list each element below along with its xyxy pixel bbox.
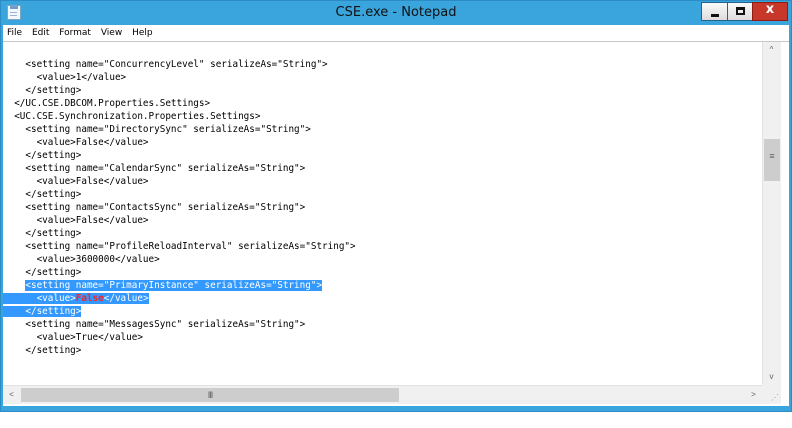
vertical-scroll-thumb[interactable]: ≡: [764, 138, 780, 181]
text-line[interactable]: <setting name="MessagesSync" serializeAs…: [3, 318, 356, 331]
text-line[interactable]: <value>False</value>: [3, 175, 356, 188]
minimize-button[interactable]: [701, 2, 728, 21]
selected-text: False: [75, 293, 104, 304]
text-line[interactable]: </setting>: [3, 227, 356, 240]
text-line[interactable]: </setting>: [3, 305, 356, 318]
text-line[interactable]: <value>False</value>: [3, 292, 356, 305]
horizontal-scroll-thumb[interactable]: III: [21, 388, 399, 402]
menu-help[interactable]: Help: [132, 25, 153, 41]
text-line[interactable]: </setting>: [3, 344, 356, 357]
text-line[interactable]: <setting name="ContactsSync" serializeAs…: [3, 201, 356, 214]
text-line[interactable]: <value>False</value>: [3, 214, 356, 227]
menu-file[interactable]: File: [7, 25, 22, 41]
close-button[interactable]: x: [752, 2, 788, 21]
text-line[interactable]: </setting>: [3, 84, 356, 97]
line-text: <value>False</value>: [3, 176, 149, 187]
editor-lines[interactable]: <setting name="ConcurrencyLevel" seriali…: [3, 58, 356, 357]
line-text: </setting>: [3, 150, 82, 161]
line-text: <setting name="DirectorySync" serializeA…: [3, 124, 311, 135]
selected-text: <value>: [3, 293, 76, 304]
text-line[interactable]: <setting name="ProfileReloadInterval" se…: [3, 240, 356, 253]
scroll-left-icon[interactable]: <: [3, 387, 20, 403]
text-line[interactable]: <setting name="DirectorySync" serializeA…: [3, 123, 356, 136]
scroll-up-icon[interactable]: ^: [763, 42, 780, 58]
line-text: </setting>: [3, 267, 82, 278]
text-editor[interactable]: <setting name="ConcurrencyLevel" seriali…: [3, 42, 762, 385]
line-text: <value>1</value>: [3, 72, 127, 83]
text-line[interactable]: </UC.CSE.DBCOM.Properties.Settings>: [3, 97, 356, 110]
scroll-right-icon[interactable]: >: [745, 387, 762, 403]
maximize-button[interactable]: [727, 2, 753, 21]
scrollbar-corner: ⋰: [762, 385, 781, 404]
scroll-down-icon[interactable]: v: [763, 369, 780, 385]
line-text: <setting name="ContactsSync" serializeAs…: [3, 202, 306, 213]
minimize-icon: [711, 14, 719, 17]
text-line[interactable]: <setting name="PrimaryInstance" serializ…: [3, 279, 356, 292]
text-line[interactable]: <UC.CSE.Synchronization.Properties.Setti…: [3, 110, 356, 123]
editor-area[interactable]: <setting name="ConcurrencyLevel" seriali…: [3, 41, 789, 406]
maximize-icon: [736, 7, 745, 15]
vertical-scrollbar[interactable]: ^ ≡ v: [762, 42, 781, 385]
line-text: <value>False</value>: [3, 137, 149, 148]
resize-grip-icon[interactable]: ⋰: [771, 393, 779, 402]
line-text: <value>False</value>: [3, 215, 149, 226]
line-text: <setting name="CalendarSync" serializeAs…: [3, 163, 306, 174]
text-line[interactable]: <setting name="ConcurrencyLevel" seriali…: [3, 58, 356, 71]
line-text: <value>True</value>: [3, 332, 143, 343]
line-text: <setting name="ConcurrencyLevel" seriali…: [3, 59, 328, 70]
line-text: <UC.CSE.Synchronization.Properties.Setti…: [3, 111, 261, 122]
close-icon: x: [765, 2, 775, 17]
text-line[interactable]: </setting>: [3, 266, 356, 279]
text-line[interactable]: <value>1</value>: [3, 71, 356, 84]
text-line[interactable]: <value>False</value>: [3, 136, 356, 149]
menu-edit[interactable]: Edit: [32, 25, 49, 41]
selected-text: </value>: [103, 293, 149, 304]
selected-text: <setting name="PrimaryInstance" serializ…: [25, 280, 323, 291]
line-text: </setting>: [3, 189, 82, 200]
vertical-grip-icon: ≡: [769, 150, 775, 161]
text-line[interactable]: </setting>: [3, 149, 356, 162]
horizontal-grip-icon: III: [207, 390, 214, 400]
text-line[interactable]: <value>True</value>: [3, 331, 356, 344]
text-line[interactable]: <value>3600000</value>: [3, 253, 356, 266]
text-line[interactable]: </setting>: [3, 188, 356, 201]
line-text: <setting name="MessagesSync" serializeAs…: [3, 319, 306, 330]
title-bar[interactable]: CSE.exe - Notepad x: [1, 1, 791, 25]
window-title: CSE.exe - Notepad: [335, 5, 457, 20]
line-text: </setting>: [3, 228, 82, 239]
line-text: <setting name="ProfileReloadInterval" se…: [3, 241, 356, 252]
menu-bar: File Edit Format View Help: [3, 25, 789, 41]
menu-view[interactable]: View: [101, 25, 122, 41]
line-text: </setting>: [3, 345, 82, 356]
line-text: <value>3600000</value>: [3, 254, 160, 265]
menu-format[interactable]: Format: [59, 25, 91, 41]
line-text: [3, 280, 25, 291]
line-text: </UC.CSE.DBCOM.Properties.Settings>: [3, 98, 211, 109]
horizontal-scrollbar[interactable]: < III >: [3, 385, 762, 404]
notepad-window: CSE.exe - Notepad x File Edit Format Vie…: [0, 0, 792, 412]
selected-text: </setting>: [3, 306, 82, 317]
text-line[interactable]: <setting name="CalendarSync" serializeAs…: [3, 162, 356, 175]
line-text: </setting>: [3, 85, 82, 96]
